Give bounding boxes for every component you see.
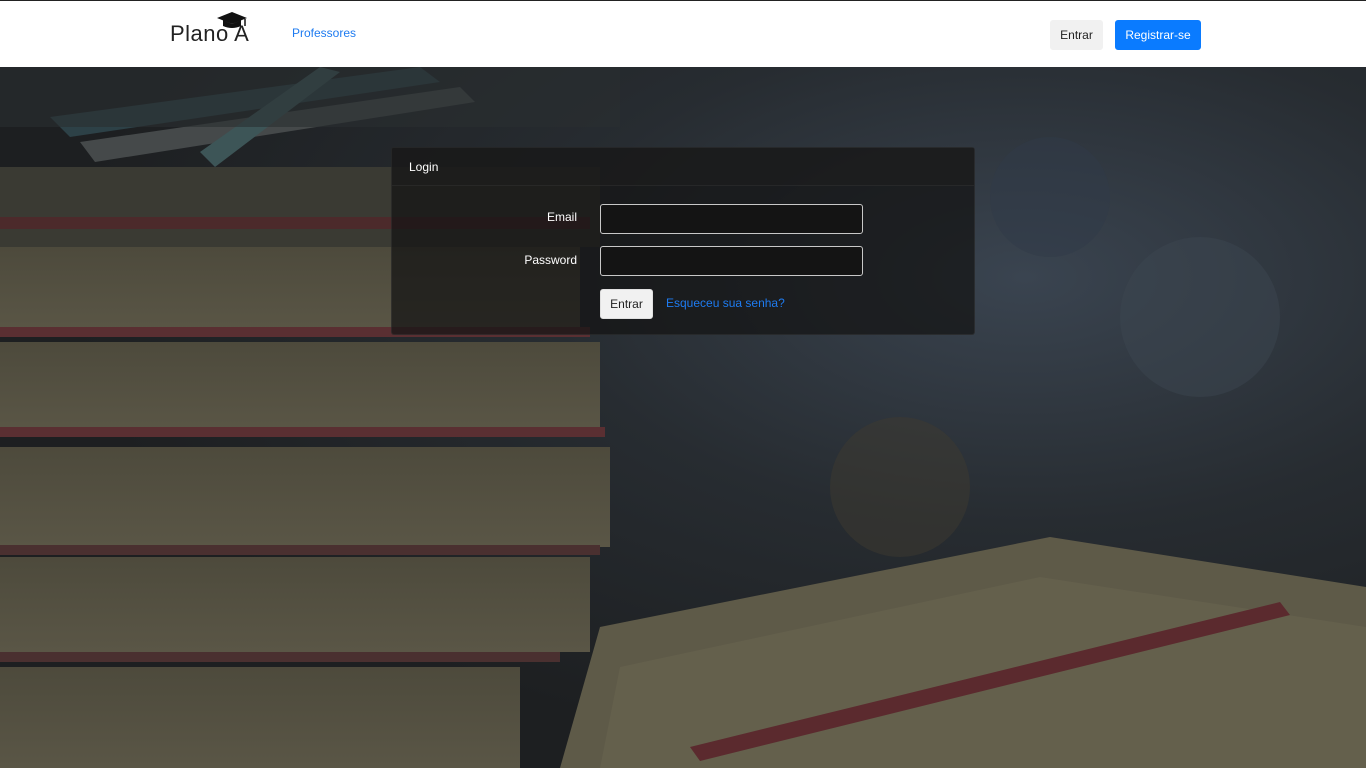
submit-login-button[interactable]: Entrar xyxy=(600,289,653,319)
login-button[interactable]: Entrar xyxy=(1050,20,1103,50)
email-field[interactable] xyxy=(600,204,863,234)
password-label: Password xyxy=(524,253,577,267)
forgot-password-link[interactable]: Esqueceu sua senha? xyxy=(666,296,785,310)
password-field[interactable] xyxy=(600,246,863,276)
login-card-title: Login xyxy=(409,160,439,174)
login-card-header: Login xyxy=(392,148,974,186)
register-button[interactable]: Registrar-se xyxy=(1115,20,1201,50)
graduation-cap-icon xyxy=(217,12,247,28)
login-card: Login Email Password Entrar Esqueceu sua… xyxy=(391,147,975,335)
nav-link-professores[interactable]: Professores xyxy=(292,26,356,40)
top-navbar: Plano A Professores Entrar Registrar-se xyxy=(0,0,1366,67)
brand-logo[interactable]: Plano A xyxy=(170,11,260,51)
email-label: Email xyxy=(546,210,577,224)
